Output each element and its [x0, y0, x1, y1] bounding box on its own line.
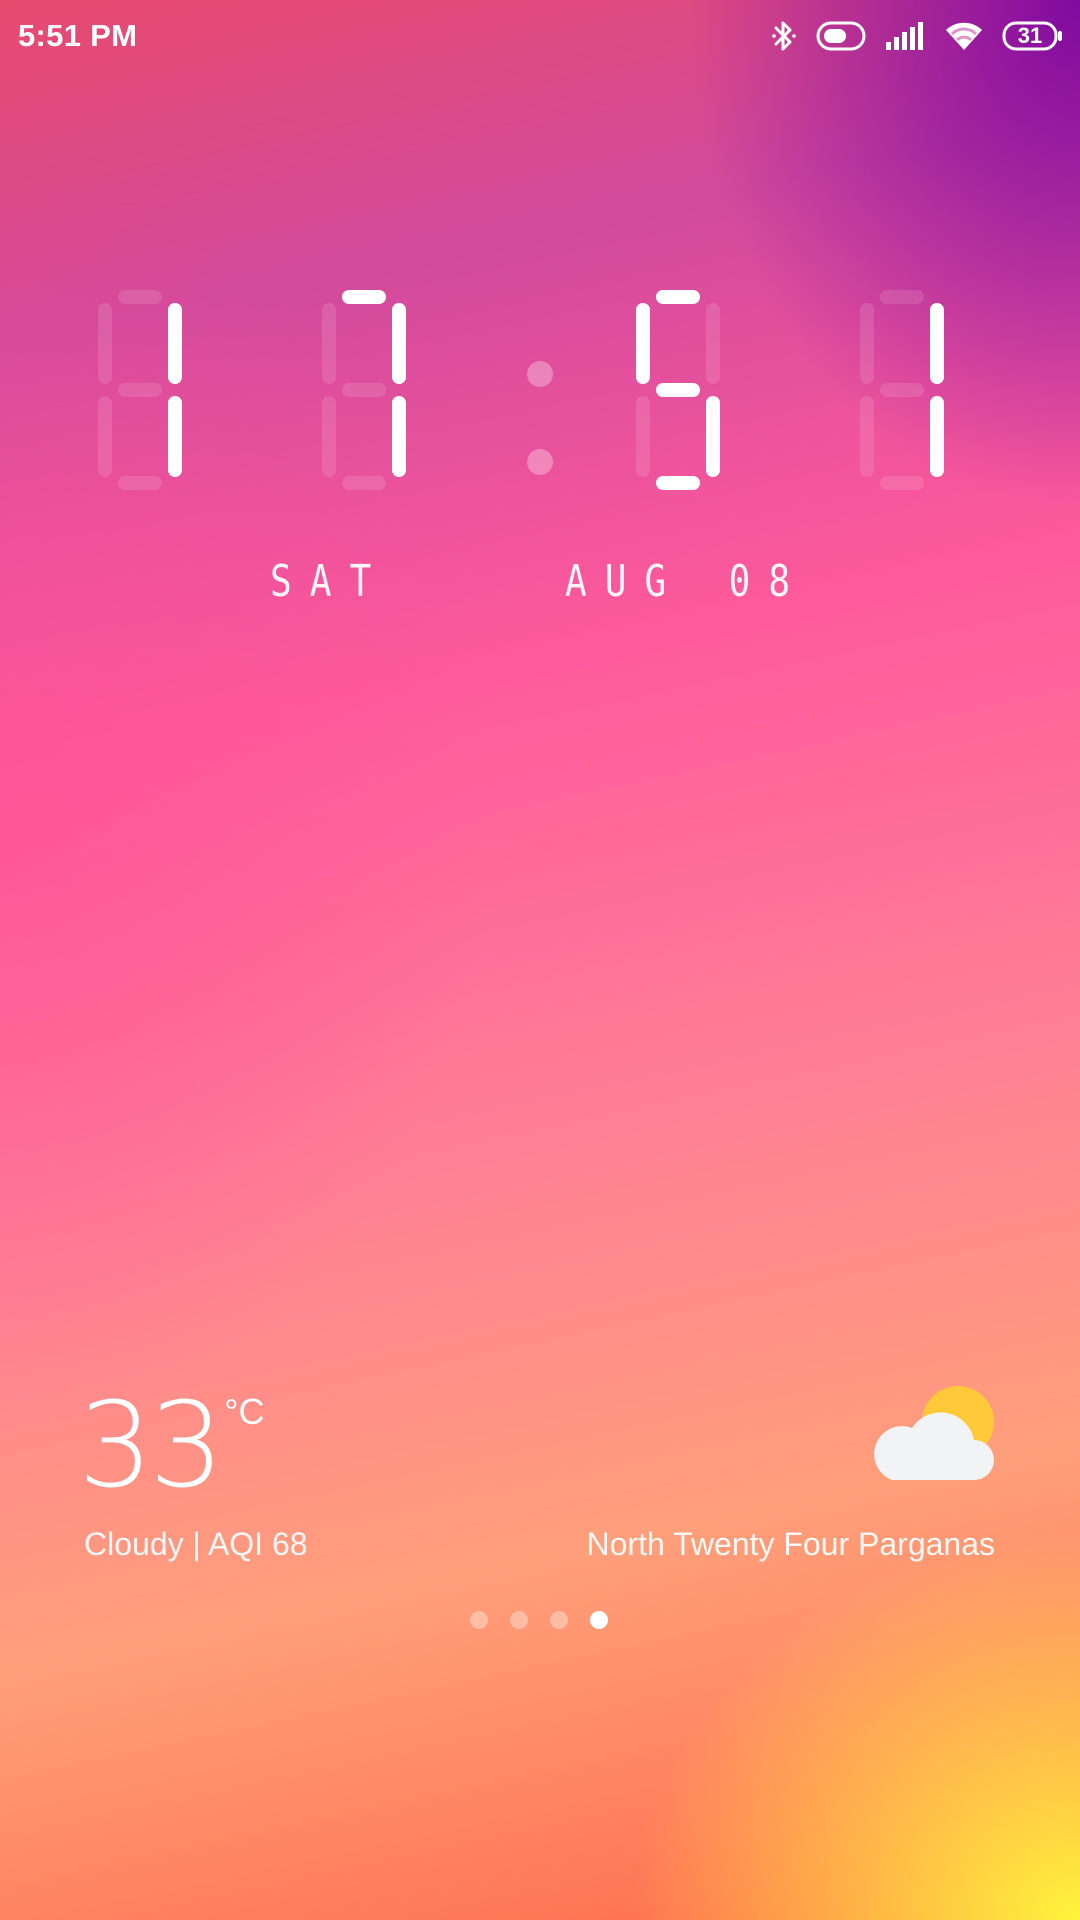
clock-segment [880, 290, 924, 304]
clock-segment [322, 396, 336, 477]
clock-colon-dot [527, 449, 553, 475]
clock-segment [930, 396, 944, 477]
partly-cloudy-icon [862, 1376, 998, 1486]
bluetooth-icon [770, 18, 798, 54]
clock-segment [656, 290, 700, 304]
clock-segment [392, 396, 406, 477]
status-bar: 5:51 PM 31 [0, 0, 1080, 72]
clock-segment [860, 303, 874, 384]
signal-icon [884, 20, 926, 52]
weather-widget[interactable]: 33 °C Cloudy | AQI 68 North Twenty Four P… [0, 1380, 1080, 1580]
clock-segment [168, 303, 182, 384]
clock-segment [168, 396, 182, 477]
weather-condition: Cloudy | AQI 68 [84, 1526, 308, 1562]
month-date: AUG 08 [565, 556, 811, 607]
clock-segment [392, 303, 406, 384]
status-time: 5:51 PM [18, 18, 138, 53]
page-dot[interactable] [550, 1611, 568, 1629]
clock-segment [98, 303, 112, 384]
seven-segment-clock [98, 290, 944, 490]
clock-segment [930, 303, 944, 384]
clock-segment [880, 476, 924, 490]
toggle-icon [816, 20, 866, 52]
clock-segment [636, 396, 650, 477]
clock-segment [636, 303, 650, 384]
clock-segment [880, 383, 924, 397]
date-line: SAT AUG 08 [0, 556, 1080, 607]
clock-segment [860, 396, 874, 477]
clock-segment [118, 476, 162, 490]
clock-segment [706, 396, 720, 477]
weather-location: North Twenty Four Parganas [586, 1526, 996, 1562]
clock-segment [656, 476, 700, 490]
wifi-icon [944, 20, 984, 52]
month: AUG [565, 556, 685, 607]
clock-colon-dot [527, 361, 553, 387]
page-dot[interactable] [510, 1611, 528, 1629]
page-indicator[interactable] [470, 1611, 608, 1629]
page-dot[interactable] [470, 1611, 488, 1629]
clock-segment [98, 396, 112, 477]
clock-segment [118, 383, 162, 397]
digital-clock [0, 282, 1080, 522]
date: 08 [728, 556, 809, 607]
clock-segment [706, 303, 720, 384]
temperature-value: 33 [78, 1376, 224, 1514]
page-dot-active[interactable] [590, 1611, 608, 1629]
status-icons: 31 [770, 14, 1064, 58]
clock-segment [342, 476, 386, 490]
temperature: 33 °C [78, 1380, 265, 1510]
battery-level: 31 [1017, 23, 1043, 48]
day-of-week: SAT [270, 556, 390, 607]
clock-segment [322, 303, 336, 384]
clock-segment [656, 383, 700, 397]
temperature-unit: °C [224, 1391, 265, 1432]
clock-segment [118, 290, 162, 304]
battery-icon: 31 [1002, 21, 1064, 51]
clock-segment [342, 383, 386, 397]
clock-segment [342, 290, 386, 304]
